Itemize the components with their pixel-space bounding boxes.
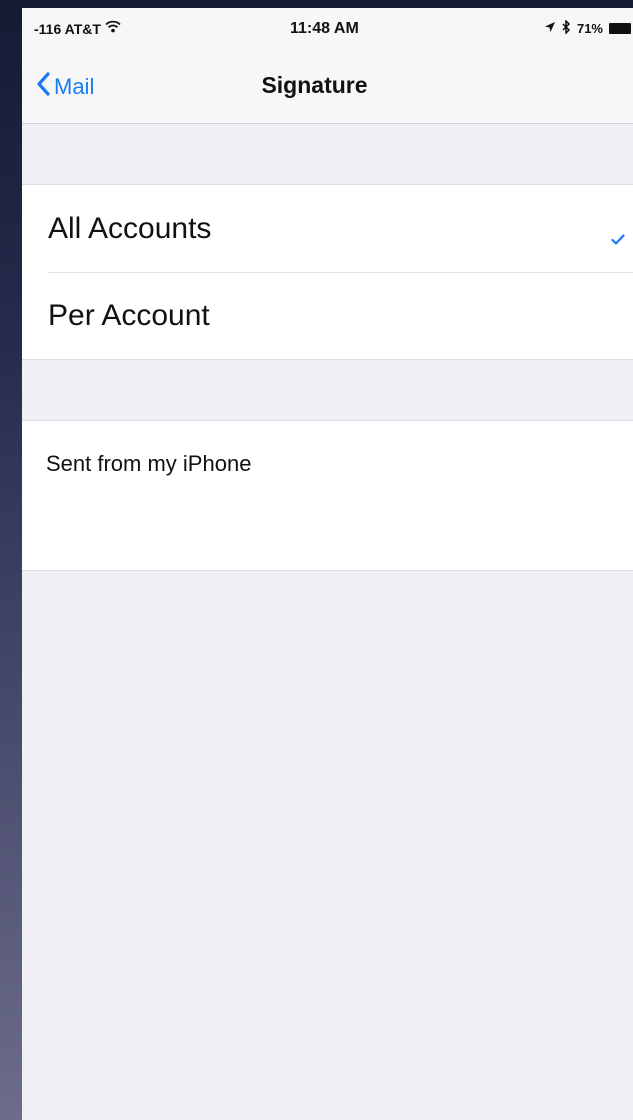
- phone-screen: -116 AT&T 11:48 AM 71% Mail Signature Al…: [22, 8, 633, 1120]
- status-right: 71%: [544, 19, 631, 37]
- checkmark-icon: [611, 219, 625, 253]
- signature-editor[interactable]: Sent from my iPhone: [22, 420, 633, 571]
- location-arrow-icon: [544, 21, 556, 36]
- bluetooth-icon: [562, 19, 571, 37]
- carrier-label: -116 AT&T: [34, 21, 101, 37]
- battery-icon: [609, 23, 631, 34]
- status-time: 11:48 AM: [290, 20, 359, 37]
- signature-scope-group: All Accounts Per Account: [22, 184, 633, 360]
- status-bar: -116 AT&T 11:48 AM 71%: [22, 8, 633, 48]
- option-all-accounts[interactable]: All Accounts: [22, 185, 633, 272]
- status-left: -116 AT&T: [34, 20, 121, 38]
- wifi-icon: [105, 20, 121, 38]
- option-label: All Accounts: [48, 211, 212, 245]
- option-label: Per Account: [48, 298, 210, 332]
- navigation-bar: Mail Signature: [22, 48, 633, 124]
- option-per-account[interactable]: Per Account: [22, 272, 633, 359]
- page-title: Signature: [261, 72, 368, 98]
- signature-text[interactable]: Sent from my iPhone: [46, 451, 251, 477]
- battery-percent: 71%: [576, 21, 603, 36]
